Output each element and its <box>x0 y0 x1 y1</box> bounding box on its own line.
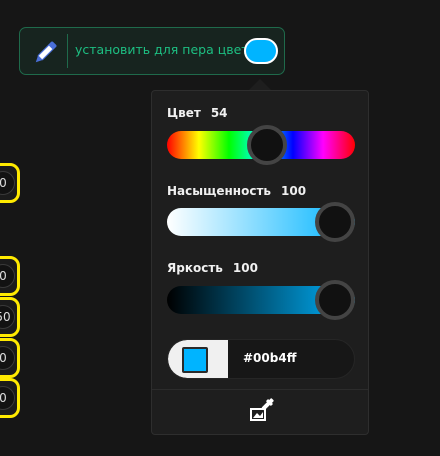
saturation-value: 100 <box>281 184 307 198</box>
set-pen-color-block[interactable]: установить для пера цвет <box>19 27 285 75</box>
brightness-value: 100 <box>232 261 258 275</box>
saturation-label-row: Насыщенность 100 <box>167 184 306 198</box>
number-input-value: 50 <box>0 305 15 329</box>
hue-label-row: Цвет 54 <box>167 106 228 120</box>
saturation-label: Насыщенность <box>167 184 271 198</box>
hue-slider[interactable] <box>167 125 355 165</box>
color-picker-popup: Цвет 54 Насыщенность 100 Яркость 100 #00b4f… <box>151 90 369 435</box>
number-input-highlighted[interactable]: 50 <box>0 297 20 337</box>
pen-icon <box>35 41 57 63</box>
number-input-highlighted[interactable]: 0 <box>0 338 20 378</box>
block-separator <box>67 34 68 68</box>
eyedropper-icon[interactable] <box>249 397 275 423</box>
number-input-value: 0 <box>0 171 15 195</box>
popup-divider <box>152 389 368 390</box>
hex-value: #00b4ff <box>243 351 297 365</box>
brightness-slider[interactable] <box>167 280 355 320</box>
current-color-swatch <box>182 347 208 373</box>
saturation-slider-thumb[interactable] <box>315 202 355 242</box>
number-input-highlighted[interactable]: 0 <box>0 378 20 418</box>
brightness-label-row: Яркость 100 <box>167 261 258 275</box>
number-input-highlighted[interactable]: 0 <box>0 256 20 296</box>
brightness-slider-thumb[interactable] <box>315 280 355 320</box>
brightness-label: Яркость <box>167 261 223 275</box>
popup-arrow <box>249 79 271 90</box>
hue-label: Цвет <box>167 106 201 120</box>
hue-value: 54 <box>210 106 228 120</box>
saturation-slider[interactable] <box>167 202 355 242</box>
pen-color-swatch[interactable] <box>244 38 278 64</box>
number-input-value: 0 <box>0 386 15 410</box>
hue-slider-thumb[interactable] <box>246 125 287 165</box>
hex-swatch-area <box>168 340 228 378</box>
hex-color-field[interactable]: #00b4ff <box>167 339 355 379</box>
block-label: установить для пера цвет <box>75 42 249 57</box>
number-input-value: 0 <box>0 264 15 288</box>
number-input-value: 0 <box>0 346 15 370</box>
number-input-highlighted[interactable]: 0 <box>0 163 20 203</box>
